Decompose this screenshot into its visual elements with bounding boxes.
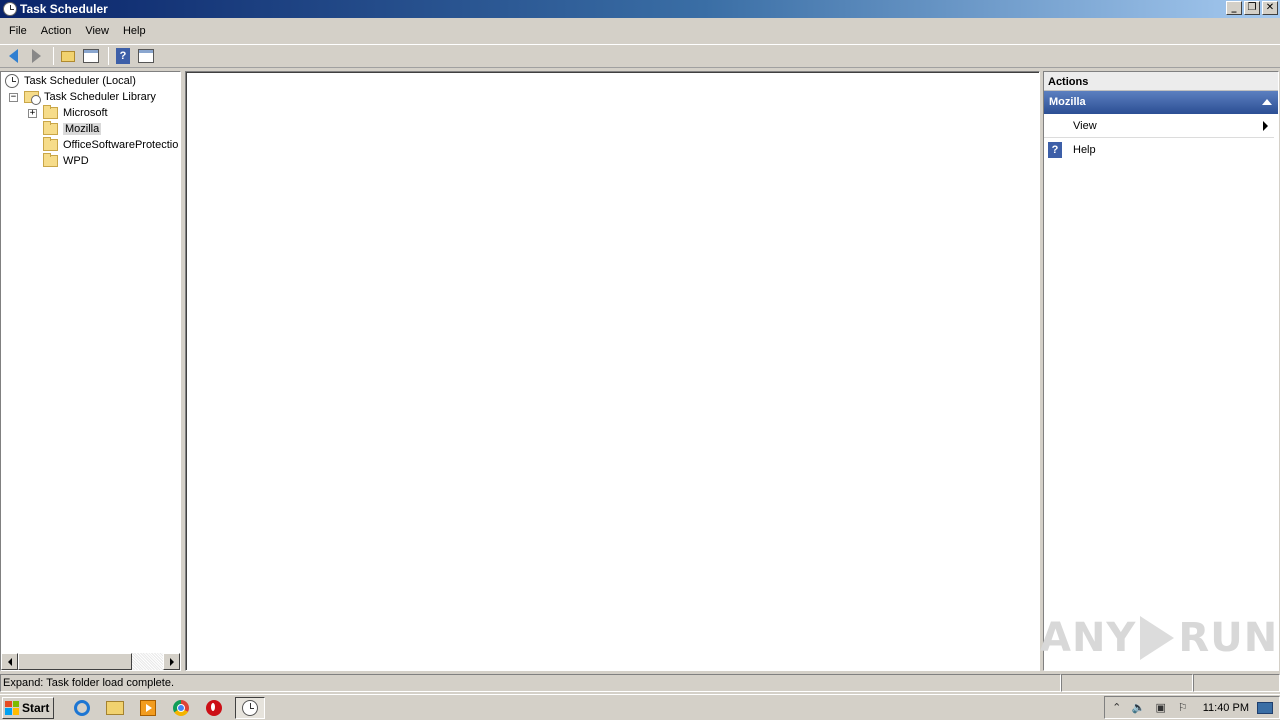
start-label: Start bbox=[22, 700, 50, 715]
action-label: View bbox=[1073, 119, 1097, 132]
action-center-flag-icon[interactable]: ⚐ bbox=[1175, 701, 1191, 715]
tree-item-officesoftwareprotection[interactable]: OfficeSoftwareProtectio bbox=[43, 137, 178, 153]
system-tray: ⌃ 🔈 ▣ ⚐ 11:40 PM bbox=[1103, 696, 1280, 719]
folder-icon bbox=[43, 121, 58, 135]
taskbar: Start ⌃ 🔈 ▣ ⚐ 11:40 PM bbox=[0, 694, 1280, 720]
tree-item-root[interactable]: Task Scheduler (Local) bbox=[5, 73, 136, 89]
menu-bar: File Action View Help bbox=[0, 20, 1280, 42]
taskbar-media-player[interactable] bbox=[136, 697, 160, 719]
action-view[interactable]: View bbox=[1044, 114, 1274, 138]
toolbar: ? bbox=[0, 44, 1280, 68]
folder-icon bbox=[43, 105, 58, 119]
tree-label: WPD bbox=[63, 155, 89, 167]
taskbar-clock[interactable]: 11:40 PM bbox=[1203, 702, 1249, 714]
library-folder-icon bbox=[24, 91, 41, 105]
submenu-arrow-icon bbox=[1263, 121, 1268, 131]
window-controls: _ ❐ ✕ bbox=[1226, 1, 1278, 15]
watermark-logo: ANY RUN bbox=[1040, 608, 1277, 668]
scroll-track[interactable] bbox=[18, 653, 163, 670]
collapse-up-icon[interactable] bbox=[1262, 99, 1272, 105]
folder-icon bbox=[43, 137, 58, 151]
help-toolbar-button[interactable]: ? bbox=[113, 46, 133, 66]
tree-item-library[interactable]: − Task Scheduler Library bbox=[9, 89, 156, 105]
scroll-thumb[interactable] bbox=[18, 653, 132, 670]
taskbar-internet-explorer[interactable] bbox=[70, 697, 94, 719]
play-icon bbox=[1140, 616, 1175, 660]
results-pane[interactable] bbox=[185, 71, 1040, 671]
action-help[interactable]: ? Help bbox=[1044, 138, 1278, 162]
left-arrow-icon bbox=[7, 657, 12, 666]
clock-icon bbox=[5, 74, 19, 88]
console-tree: Task Scheduler (Local) − Task Scheduler … bbox=[0, 71, 181, 671]
back-arrow-icon bbox=[8, 49, 18, 63]
taskbar-task-scheduler[interactable] bbox=[235, 696, 265, 719]
task-scheduler-icon bbox=[3, 2, 17, 16]
start-button[interactable]: Start bbox=[2, 696, 54, 719]
toolbar-separator bbox=[108, 47, 109, 65]
console-tree-icon bbox=[83, 49, 99, 63]
task-scheduler-icon bbox=[242, 699, 258, 716]
watermark-text-left: ANY bbox=[1040, 615, 1137, 661]
action-label: Help bbox=[1073, 144, 1096, 156]
menu-action[interactable]: Action bbox=[34, 23, 79, 39]
status-text: Expand: Task folder load complete. bbox=[0, 674, 1061, 692]
status-bar: Expand: Task folder load complete. bbox=[0, 674, 1280, 693]
network-icon[interactable]: ▣ bbox=[1153, 701, 1169, 715]
show-hide-tree-button[interactable] bbox=[81, 46, 101, 66]
up-folder-button[interactable] bbox=[58, 46, 78, 66]
show-hidden-icons-icon[interactable]: ⌃ bbox=[1109, 701, 1125, 715]
status-cell-3 bbox=[1193, 674, 1280, 692]
scroll-left-button[interactable] bbox=[1, 653, 18, 670]
folder-icon bbox=[43, 153, 58, 167]
tree-item-mozilla[interactable]: Mozilla bbox=[43, 121, 102, 137]
tree-label: Task Scheduler Library bbox=[44, 91, 156, 103]
horizontal-scrollbar[interactable] bbox=[1, 653, 180, 670]
expand-toggle-icon[interactable]: + bbox=[28, 108, 37, 118]
back-button[interactable] bbox=[3, 46, 23, 66]
media-player-icon bbox=[140, 699, 156, 716]
tree-label: Task Scheduler (Local) bbox=[24, 75, 136, 87]
windows-logo-icon bbox=[5, 700, 19, 715]
volume-icon[interactable]: 🔈 bbox=[1131, 701, 1147, 715]
show-hide-action-pane-button[interactable] bbox=[136, 46, 156, 66]
action-pane-icon bbox=[138, 49, 154, 63]
actions-section-title: Mozilla bbox=[1049, 96, 1086, 108]
taskbar-opera[interactable] bbox=[202, 697, 226, 719]
window-title: Task Scheduler bbox=[20, 2, 108, 16]
help-icon: ? bbox=[116, 48, 130, 64]
internet-explorer-icon bbox=[74, 699, 90, 716]
actions-pane: Actions Mozilla View ? Help bbox=[1043, 71, 1279, 671]
help-icon: ? bbox=[1048, 142, 1062, 158]
status-cell-2 bbox=[1061, 674, 1193, 692]
close-button[interactable]: ✕ bbox=[1262, 1, 1278, 15]
menu-help[interactable]: Help bbox=[116, 23, 153, 39]
taskbar-windows-explorer[interactable] bbox=[103, 697, 127, 719]
minimize-button[interactable]: _ bbox=[1226, 1, 1242, 15]
taskbar-chrome[interactable] bbox=[169, 697, 193, 719]
tree-item-microsoft[interactable]: + Microsoft bbox=[28, 105, 108, 121]
menu-file[interactable]: File bbox=[2, 23, 34, 39]
right-arrow-icon bbox=[169, 657, 174, 666]
watermark-text-right: RUN bbox=[1178, 615, 1279, 661]
windows-explorer-icon bbox=[106, 700, 124, 715]
opera-icon bbox=[206, 699, 222, 716]
tree-item-wpd[interactable]: WPD bbox=[43, 153, 89, 169]
forward-arrow-icon bbox=[31, 49, 41, 63]
scroll-right-button[interactable] bbox=[163, 653, 180, 670]
toolbar-separator bbox=[53, 47, 54, 65]
tree-label: Microsoft bbox=[63, 107, 108, 119]
forward-button[interactable] bbox=[26, 46, 46, 66]
actions-header: Actions bbox=[1044, 72, 1278, 91]
show-desktop-icon[interactable] bbox=[1257, 701, 1273, 714]
restore-button[interactable]: ❐ bbox=[1244, 1, 1260, 15]
collapse-toggle-icon[interactable]: − bbox=[9, 92, 18, 102]
actions-section-header[interactable]: Mozilla bbox=[1044, 91, 1278, 114]
title-bar: Task Scheduler _ ❐ ✕ bbox=[0, 0, 1280, 18]
tree-label: Mozilla bbox=[63, 123, 102, 135]
up-folder-icon bbox=[61, 50, 75, 62]
chrome-icon bbox=[173, 699, 189, 716]
tree-label: OfficeSoftwareProtectio bbox=[63, 139, 179, 151]
menu-view[interactable]: View bbox=[78, 23, 116, 39]
